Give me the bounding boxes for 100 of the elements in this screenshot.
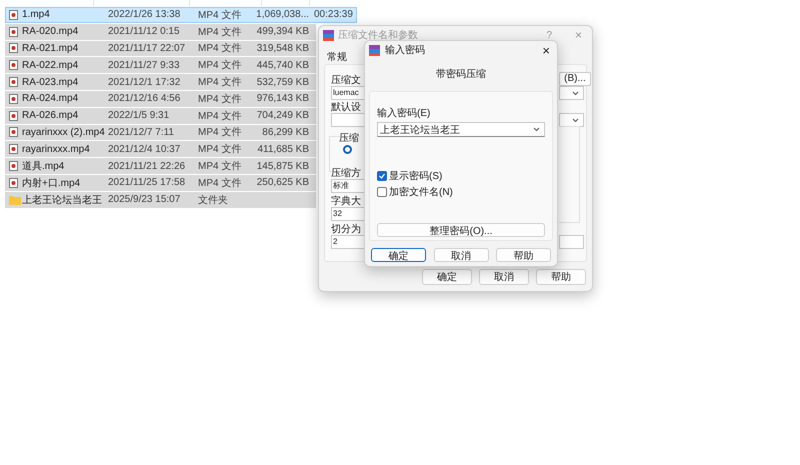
- password-label: 输入密码(E): [377, 106, 432, 120]
- dialog-button[interactable]: 确定: [371, 248, 426, 262]
- checkbox[interactable]: [377, 171, 387, 181]
- window-title: 压缩文件名和参数: [338, 28, 418, 42]
- archive-app-icon: [369, 44, 380, 56]
- video-file-icon: [9, 110, 18, 121]
- dialog-button[interactable]: 取消: [434, 248, 488, 262]
- file-name: RA-020.mp4: [22, 26, 78, 38]
- file-date: 2021/11/21 22:26: [108, 160, 186, 172]
- file-duration: 00:23:39: [314, 9, 353, 20]
- file-name: RA-021.mp4: [22, 42, 78, 54]
- chevron-icon: [533, 127, 540, 132]
- file-name: RA-024.mp4: [22, 93, 78, 104]
- window-title: 输入密码: [385, 44, 425, 57]
- file-type: MP4 文件: [198, 176, 242, 190]
- split-field[interactable]: 2: [331, 235, 365, 249]
- video-file-icon: [9, 10, 18, 20]
- file-row[interactable]: 上老王论坛当老王 2025/9/23 15:07 文件夹: [5, 192, 316, 208]
- file-row[interactable]: rayarinxxx (2).mp4 2021/12/7 7:11 MP4 文件 86,299 KB: [5, 124, 316, 140]
- file-date: 2021/12/16 4:56: [108, 93, 180, 104]
- file-date: 2021/11/25 17:58: [108, 177, 186, 188]
- group-label: 压缩: [339, 132, 359, 145]
- dialog-heading: 带密码压缩: [435, 68, 487, 81]
- file-name: RA-026.mp4: [22, 110, 78, 122]
- file-size: 499,394 KB: [256, 26, 309, 38]
- file-name: 上老王论坛当老王: [22, 194, 102, 207]
- file-date: 2021/12/1 17:32: [108, 76, 180, 88]
- field-label: 默认设: [331, 101, 361, 114]
- dropdown-field[interactable]: [559, 86, 584, 100]
- file-row[interactable]: 1.mp4 2022/1/26 13:38 MP4 文件 1,069,038... 00:23:39: [5, 7, 357, 23]
- file-size: 250,625 KB: [256, 177, 309, 188]
- file-size: 445,740 KB: [256, 60, 309, 71]
- file-date: 2022/1/5 9:31: [108, 110, 170, 122]
- profile-field[interactable]: [331, 113, 365, 127]
- video-file-icon: [9, 94, 18, 104]
- file-type: 文件夹: [198, 194, 228, 207]
- file-name: RA-022.mp4: [22, 60, 78, 71]
- file-size: 532,759 KB: [256, 76, 309, 88]
- input-field[interactable]: [559, 235, 584, 249]
- file-type: MP4 文件: [198, 58, 242, 72]
- file-row[interactable]: 内射+口.mp4 2021/11/25 17:58 MP4 文件 250,625 KB: [5, 174, 316, 191]
- video-file-icon: [9, 144, 18, 154]
- browse-button[interactable]: (B)...: [559, 72, 591, 86]
- file-size: 1,069,038...: [255, 9, 309, 20]
- file-type: MP4 文件: [198, 110, 242, 123]
- file-date: 2025/9/23 15:07: [108, 194, 180, 206]
- file-row[interactable]: RA-023.mp4 2021/12/1 17:32 MP4 文件 532,759 KB: [5, 74, 316, 90]
- video-file-icon: [9, 26, 18, 37]
- dropdown-field[interactable]: [559, 113, 584, 127]
- file-name: RA-023.mp4: [22, 76, 78, 88]
- filename-field[interactable]: luemac: [331, 86, 365, 100]
- archive-app-icon: [323, 30, 334, 40]
- dictionary-field[interactable]: 32: [331, 207, 365, 221]
- file-row[interactable]: RA-024.mp4 2021/12/16 4:56 MP4 文件 976,143 KB: [5, 90, 316, 107]
- dialog-button[interactable]: 帮助: [496, 248, 551, 262]
- video-file-icon: [9, 77, 18, 88]
- checkbox-label: 加密文件名(N): [389, 186, 453, 199]
- file-row[interactable]: 道具.mp4 2021/11/21 22:26 MP4 文件 145,875 KB: [5, 158, 316, 174]
- file-size: 704,249 KB: [256, 110, 309, 122]
- field-label: 切分为: [331, 222, 361, 236]
- file-date: 2021/11/12 0:15: [108, 26, 180, 38]
- file-type: MP4 文件: [198, 142, 242, 156]
- general-tab[interactable]: 常规: [327, 50, 347, 64]
- file-row[interactable]: RA-020.mp4 2021/11/12 0:15 MP4 文件 499,394 KB: [5, 24, 316, 40]
- file-name: rayarinxxx.mp4: [22, 144, 90, 155]
- folder-icon: [9, 194, 21, 205]
- file-row[interactable]: RA-026.mp4 2022/1/5 9:31 MP4 文件 704,249 KB: [5, 108, 316, 124]
- file-row[interactable]: RA-022.mp4 2021/11/27 9:33 MP4 文件 445,740 KB: [5, 57, 316, 74]
- file-row[interactable]: rayarinxxx.mp4 2021/12/4 10:37 MP4 文件 411,685 KB: [5, 141, 316, 158]
- file-name: 道具.mp4: [22, 160, 64, 174]
- video-file-icon: [9, 60, 18, 70]
- field-label: 字典大: [331, 194, 361, 208]
- dialog-button[interactable]: 帮助: [536, 269, 586, 285]
- file-date: 2022/1/26 13:38: [108, 9, 180, 20]
- file-date: 2021/11/17 22:07: [108, 42, 186, 54]
- file-date: 2021/12/4 10:37: [108, 144, 180, 155]
- file-type: MP4 文件: [198, 76, 242, 90]
- file-row[interactable]: RA-021.mp4 2021/11/17 22:07 MP4 文件 319,548 KB: [5, 40, 316, 56]
- file-type: MP4 文件: [198, 126, 242, 140]
- file-type: MP4 文件: [198, 92, 242, 106]
- method-field[interactable]: 标准: [331, 179, 365, 193]
- chevron-icon: [572, 90, 579, 96]
- close-button[interactable]: ×: [542, 42, 550, 58]
- file-size: 411,685 KB: [256, 144, 309, 155]
- file-name: 内射+口.mp4: [22, 176, 80, 190]
- dialog-button[interactable]: 取消: [479, 269, 529, 285]
- file-size: 145,875 KB: [256, 160, 309, 172]
- file-size: 976,143 KB: [256, 93, 309, 104]
- password-combo[interactable]: 上老王论坛当老王: [377, 122, 545, 137]
- checkbox[interactable]: [377, 187, 387, 197]
- file-type: MP4 文件: [198, 42, 242, 56]
- video-file-icon: [9, 178, 18, 188]
- file-date: 2021/12/7 7:11: [108, 126, 174, 138]
- checkbox-label: 显示密码(S): [389, 170, 442, 183]
- field-label: 压缩方: [331, 166, 361, 180]
- file-date: 2021/11/27 9:33: [108, 60, 180, 71]
- file-name: 1.mp4: [22, 9, 50, 20]
- dialog-button[interactable]: 确定: [422, 269, 472, 285]
- organize-passwords-button[interactable]: 整理密码(O)...: [377, 223, 545, 237]
- video-file-icon: [9, 161, 18, 172]
